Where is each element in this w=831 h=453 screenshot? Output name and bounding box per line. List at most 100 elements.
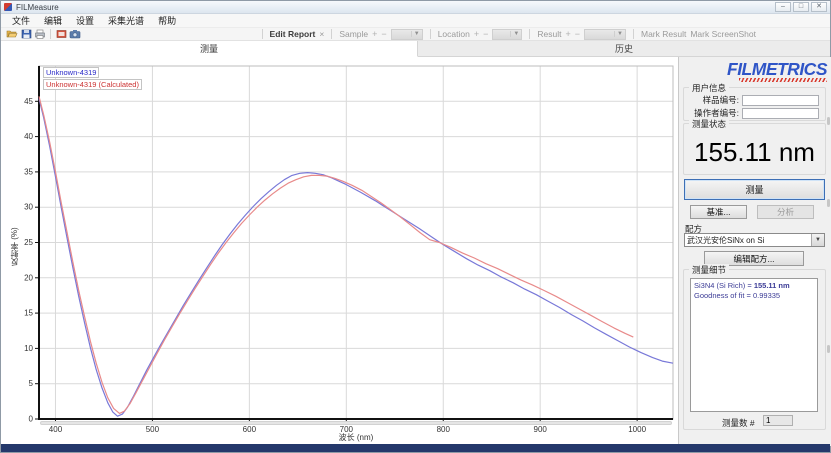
- panel-grip-icon: [827, 199, 830, 207]
- x-axis-title: 波长 (nm): [296, 432, 416, 443]
- open-file-button[interactable]: [5, 28, 19, 40]
- chart-legend: Unknown-4319 Unknown-4319 (Calculated): [43, 67, 142, 90]
- panel-grip-icon: [827, 345, 830, 353]
- sample-add-button[interactable]: +: [372, 29, 377, 39]
- thickness-result: 155.11 nm: [684, 137, 825, 168]
- svg-text:25: 25: [24, 238, 33, 247]
- location-remove-button[interactable]: −: [483, 29, 488, 39]
- svg-text:35: 35: [24, 167, 33, 176]
- app-window: FILMeasure – □ ✕ 文件 编辑 设置 采集光谱 帮助: [0, 0, 831, 453]
- location-combobox[interactable]: ▼: [492, 29, 522, 40]
- chevron-down-icon: ▼: [411, 31, 422, 37]
- measure-count-input[interactable]: [763, 415, 793, 426]
- location-add-button[interactable]: +: [474, 29, 479, 39]
- panel-grip-icon: [827, 117, 830, 125]
- window-title: FILMeasure: [16, 3, 59, 12]
- chevron-down-icon: ▼: [614, 31, 625, 37]
- report-toolbar: Edit Report × Sample + − ▼ Location + − …: [259, 29, 826, 40]
- print-button[interactable]: [33, 28, 47, 40]
- mark-screenshot-button[interactable]: Mark ScreenShot: [690, 29, 756, 39]
- legend-calculated: Unknown-4319 (Calculated): [43, 79, 142, 90]
- open-folder-icon: [6, 29, 18, 39]
- details-line2: Goodness of fit = 0.99335: [694, 291, 814, 301]
- mark-result-button[interactable]: Mark Result: [641, 29, 686, 39]
- operator-id-input[interactable]: [742, 108, 819, 119]
- measure-details-title: 测量细节: [689, 264, 729, 276]
- measure-status-group: 测量状态 155.11 nm: [683, 123, 826, 175]
- toolbar: Edit Report × Sample + − ▼ Location + − …: [1, 28, 830, 41]
- measure-details-text: Si3N4 (Si Rich) = 155.11 nm Goodness of …: [690, 278, 818, 412]
- camera-icon: [69, 29, 81, 39]
- sample-combobox[interactable]: ▼: [391, 29, 423, 40]
- chart-zoom-scrollbar[interactable]: [40, 421, 672, 425]
- save-disk-icon: [21, 29, 32, 39]
- bottom-status-bar: [1, 444, 830, 452]
- menu-edit[interactable]: 编辑: [37, 13, 69, 28]
- save-button[interactable]: [19, 28, 33, 40]
- app-icon: [4, 3, 12, 11]
- menubar: 文件 编辑 设置 采集光谱 帮助: [1, 14, 830, 28]
- recipe-selected-value: 武汉光安伦SiNx on Si: [685, 235, 811, 246]
- svg-text:800: 800: [437, 425, 451, 434]
- baseline-button[interactable]: 基准...: [690, 205, 747, 219]
- result-remove-button[interactable]: −: [575, 29, 580, 39]
- filmetrics-logo: FILMETRICS: [727, 59, 827, 80]
- menu-file[interactable]: 文件: [5, 13, 37, 28]
- measure-details-group: 测量细节 Si3N4 (Si Rich) = 155.11 nm Goodnes…: [683, 269, 826, 430]
- menu-acquire-spectrum[interactable]: 采集光谱: [101, 13, 151, 28]
- baseline-tool-icon: [56, 29, 67, 39]
- sample-remove-button[interactable]: −: [381, 29, 386, 39]
- recipe-select[interactable]: 武汉光安伦SiNx on Si ▼: [684, 233, 825, 247]
- baseline-tool-button[interactable]: [54, 28, 68, 40]
- sample-id-label: 样品编号:: [684, 94, 742, 106]
- svg-text:0: 0: [29, 415, 34, 424]
- svg-text:5: 5: [29, 379, 34, 388]
- sample-label: Sample: [339, 29, 368, 39]
- reflectance-chart: 4005006007008009001000051015202530354045…: [1, 57, 679, 446]
- svg-text:500: 500: [146, 425, 160, 434]
- svg-text:600: 600: [243, 425, 257, 434]
- tab-history[interactable]: 历史: [418, 41, 830, 56]
- y-axis-title: 反射率 (%): [9, 182, 19, 312]
- measure-count-label: 测量数 #: [722, 417, 755, 429]
- chevron-down-icon: ▼: [510, 31, 521, 37]
- details-line1: Si3N4 (Si Rich) = 155.11 nm: [694, 281, 814, 291]
- svg-text:30: 30: [24, 203, 33, 212]
- measure-status-title: 测量状态: [689, 118, 729, 130]
- minimize-button[interactable]: –: [775, 2, 791, 12]
- location-label: Location: [438, 29, 470, 39]
- tab-measure[interactable]: 测量: [1, 41, 418, 57]
- svg-text:1000: 1000: [628, 425, 646, 434]
- sample-id-input[interactable]: [742, 95, 819, 106]
- result-add-button[interactable]: +: [565, 29, 570, 39]
- edit-report-close-icon[interactable]: ×: [319, 29, 324, 39]
- svg-text:20: 20: [24, 273, 33, 282]
- analyze-button[interactable]: 分析: [757, 205, 814, 219]
- chevron-down-icon[interactable]: ▼: [811, 234, 824, 246]
- svg-text:10: 10: [24, 344, 33, 353]
- toolbar-separator: [50, 29, 51, 39]
- svg-text:15: 15: [24, 309, 33, 318]
- spectrum-plot[interactable]: 4005006007008009001000051015202530354045: [1, 57, 678, 446]
- result-label: Result: [537, 29, 561, 39]
- svg-text:45: 45: [24, 97, 33, 106]
- edit-report-button[interactable]: Edit Report: [270, 29, 316, 39]
- svg-text:900: 900: [534, 425, 548, 434]
- user-info-title: 用户信息: [689, 82, 729, 94]
- side-panel: FILMETRICS 用户信息 样品编号: 操作者编号: 测量状态 155.11…: [679, 57, 831, 446]
- menu-settings[interactable]: 设置: [69, 13, 101, 28]
- legend-measured: Unknown-4319: [43, 67, 99, 78]
- measure-button[interactable]: 测量: [684, 179, 825, 200]
- tabstrip: 测量 历史: [1, 41, 830, 57]
- main-content: 4005006007008009001000051015202530354045…: [1, 57, 831, 446]
- menu-help[interactable]: 帮助: [151, 13, 183, 28]
- printer-icon: [34, 29, 46, 39]
- result-combobox[interactable]: ▼: [584, 29, 626, 40]
- close-button[interactable]: ✕: [811, 2, 827, 12]
- svg-text:400: 400: [49, 425, 63, 434]
- maximize-button[interactable]: □: [793, 2, 809, 12]
- user-info-group: 用户信息 样品编号: 操作者编号:: [683, 87, 826, 121]
- logo-stripes-icon: [739, 78, 827, 82]
- svg-text:40: 40: [24, 132, 33, 141]
- screenshot-tool-button[interactable]: [68, 28, 82, 40]
